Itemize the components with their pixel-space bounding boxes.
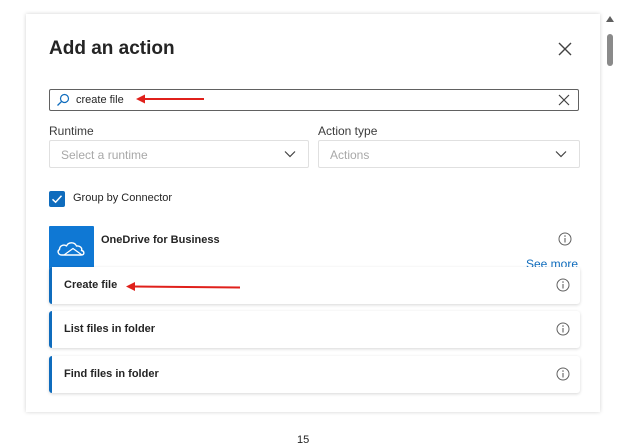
card-accent-bar <box>49 356 52 393</box>
vertical-scrollbar[interactable] <box>604 14 616 412</box>
connector-name: OneDrive for Business <box>101 234 220 246</box>
chevron-down-icon <box>284 151 296 158</box>
action-type-placeholder: Actions <box>330 148 370 162</box>
action-list-files-in-folder[interactable]: List files in folder <box>49 311 580 348</box>
annotation-arrow <box>126 282 241 291</box>
info-icon[interactable] <box>558 232 572 246</box>
group-by-connector-checkbox[interactable] <box>49 191 65 207</box>
onedrive-connector-tile[interactable] <box>49 226 94 271</box>
action-find-files-in-folder[interactable]: Find files in folder <box>49 356 580 393</box>
card-accent-bar <box>49 267 52 304</box>
search-icon <box>57 93 70 106</box>
search-box <box>49 89 579 111</box>
annotation-arrow <box>136 94 204 104</box>
action-type-select[interactable]: Actions <box>318 140 580 168</box>
page-footer-text: 15 <box>297 434 310 446</box>
panel-title: Add an action <box>49 38 175 59</box>
card-accent-bar <box>49 311 52 348</box>
checkmark-icon <box>51 195 63 204</box>
action-label: List files in folder <box>64 323 156 335</box>
info-icon[interactable] <box>556 367 570 381</box>
scroll-thumb[interactable] <box>607 34 613 66</box>
runtime-label: Runtime <box>49 124 94 138</box>
action-type-label: Action type <box>318 124 378 138</box>
onedrive-cloud-icon <box>57 242 85 256</box>
action-label: Create file <box>64 279 118 291</box>
scroll-up-icon[interactable] <box>606 16 614 22</box>
runtime-select[interactable]: Select a runtime <box>49 140 309 168</box>
chevron-down-icon <box>555 151 567 158</box>
runtime-placeholder: Select a runtime <box>61 148 148 162</box>
group-by-connector-label: Group by Connector <box>73 192 173 204</box>
clear-search-icon[interactable] <box>558 94 570 106</box>
action-label: Find files in folder <box>64 368 159 380</box>
info-icon[interactable] <box>556 278 570 292</box>
close-icon[interactable] <box>556 40 574 58</box>
info-icon[interactable] <box>556 322 570 336</box>
add-action-panel: Add an action Runtime Select a runtime A… <box>26 14 600 412</box>
